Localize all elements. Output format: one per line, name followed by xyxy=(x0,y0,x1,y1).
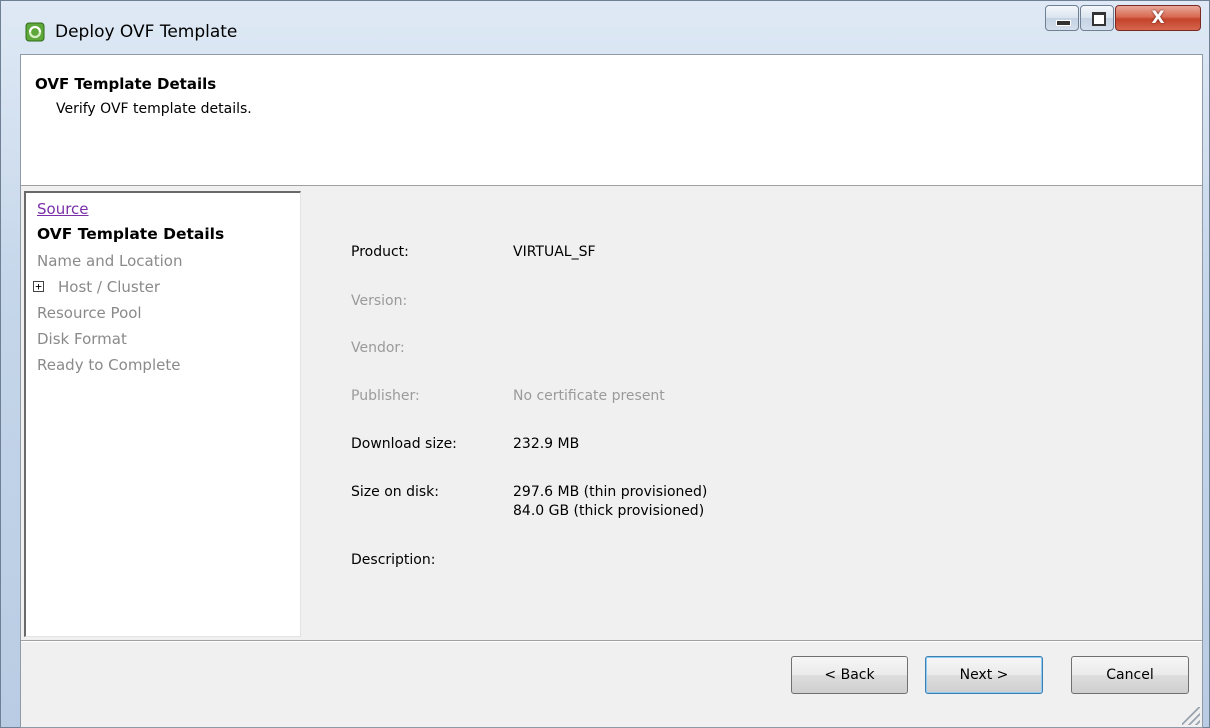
step-ready-to-complete: Ready to Complete xyxy=(37,356,181,374)
minimize-button[interactable] xyxy=(1045,5,1079,31)
wizard-client-area: OVF Template Details Verify OVF template… xyxy=(20,54,1203,728)
deploy-ovf-window: Deploy OVF Template X OVF Template Detai… xyxy=(0,0,1210,728)
product-label: Product: xyxy=(351,244,409,260)
step-ovf-template-details: OVF Template Details xyxy=(37,225,225,243)
minimize-icon xyxy=(1056,20,1071,26)
maximize-icon xyxy=(1092,12,1106,26)
size-on-disk-thin-value: 297.6 MB (thin provisioned) xyxy=(513,484,708,500)
step-resource-pool: Resource Pool xyxy=(37,304,142,322)
cancel-button[interactable]: Cancel xyxy=(1071,656,1189,694)
title-bar[interactable]: Deploy OVF Template X xyxy=(1,1,1209,53)
vsphere-app-icon xyxy=(25,22,45,42)
footer-divider xyxy=(21,640,1202,642)
step-name-and-location: Name and Location xyxy=(37,252,183,270)
download-size-label: Download size: xyxy=(351,436,457,452)
wizard-steps-panel: Source OVF Template Details Name and Loc… xyxy=(24,191,301,637)
page-title: OVF Template Details xyxy=(35,75,217,93)
next-button[interactable]: Next > xyxy=(925,656,1043,694)
back-button[interactable]: < Back xyxy=(791,656,908,694)
resize-grip-icon[interactable] xyxy=(1182,707,1200,725)
window-title: Deploy OVF Template xyxy=(55,22,238,42)
publisher-label: Publisher: xyxy=(351,388,420,404)
step-source[interactable]: Source xyxy=(37,199,89,219)
step-host-cluster: Host / Cluster xyxy=(58,278,160,296)
size-on-disk-label: Size on disk: xyxy=(351,484,439,500)
step-disk-format: Disk Format xyxy=(37,330,127,348)
publisher-value: No certificate present xyxy=(513,388,665,404)
page-subtitle: Verify OVF template details. xyxy=(56,101,252,117)
close-button[interactable]: X xyxy=(1115,5,1201,31)
expand-host-cluster-icon[interactable]: + xyxy=(33,281,44,292)
download-size-value: 232.9 MB xyxy=(513,436,580,452)
maximize-button[interactable] xyxy=(1080,5,1114,31)
version-label: Version: xyxy=(351,293,408,309)
size-on-disk-thick-value: 84.0 GB (thick provisioned) xyxy=(513,503,705,519)
vendor-label: Vendor: xyxy=(351,340,405,356)
wizard-header: OVF Template Details Verify OVF template… xyxy=(21,55,1202,186)
product-value: VIRTUAL_SF xyxy=(513,244,596,260)
description-label: Description: xyxy=(351,552,436,568)
close-icon: X xyxy=(1151,8,1165,28)
